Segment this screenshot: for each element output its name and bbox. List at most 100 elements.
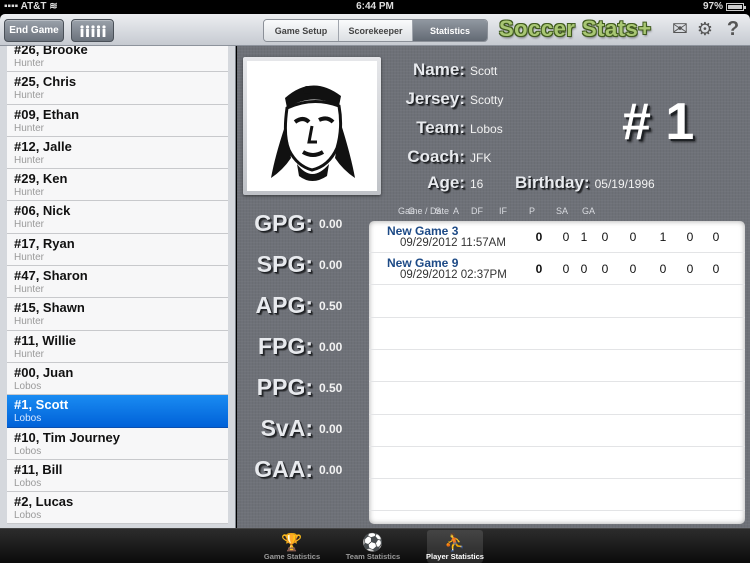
game-stat-value: 0 — [601, 262, 609, 277]
tab-label: Game Statistics — [263, 552, 321, 561]
column-header[interactable]: G — [408, 206, 415, 216]
game-stat-value: 0 — [562, 230, 570, 244]
player-list-item[interactable]: #06, Nick Hunter — [7, 201, 228, 234]
jersey-label: Jersey: — [405, 89, 465, 108]
help-icon[interactable]: ? — [722, 18, 744, 40]
player-list-item[interactable]: #47, Sharon Hunter — [7, 266, 228, 299]
mode-segmented-control: Game Setup Scorekeeper Statistics — [263, 19, 488, 42]
player-name: #17, Ryan — [14, 235, 75, 251]
player-list-item[interactable]: #11, Willie Hunter — [7, 330, 228, 363]
top-toolbar: End Game Game Setup Scorekeeper Statisti… — [0, 14, 750, 46]
average-stat-row: GPG: 0.00 — [243, 210, 342, 237]
player-list-item[interactable]: #10, Tim Journey Lobos — [7, 427, 228, 460]
end-game-button[interactable]: End Game — [4, 19, 64, 42]
average-stat-label: GAA: — [254, 456, 313, 482]
column-header[interactable]: A — [453, 206, 459, 216]
player-list-item[interactable]: #15, Shawn Hunter — [7, 298, 228, 331]
team-roster-button[interactable] — [71, 19, 114, 42]
column-header[interactable]: P — [529, 206, 535, 216]
name-label: Name: — [413, 60, 465, 79]
tab-player-statistics[interactable]: ⛹ Player Statistics — [426, 530, 484, 563]
average-stat-value: 0.00 — [319, 462, 343, 477]
games-table[interactable]: New Game 3 09/29/2012 11:57AM 0 0 1 0 0 1 0 0 New … — [369, 221, 745, 524]
player-photo-frame[interactable] — [243, 57, 381, 195]
mail-icon[interactable]: ✉ — [669, 18, 691, 40]
game-stat-value: 1 — [659, 230, 667, 244]
player-list[interactable]: #26, Brooke Hunter #25, Chris Hunter #09, Et… — [7, 46, 228, 525]
battery-icon — [726, 2, 746, 11]
column-header[interactable]: GA — [582, 206, 595, 216]
average-stat-label: APG: — [255, 292, 314, 318]
column-header[interactable]: IF — [499, 206, 507, 216]
player-team: Hunter — [14, 219, 45, 231]
team-row: Team: Lobos — [397, 118, 503, 138]
player-name: #2, Lucas — [14, 494, 74, 510]
tab-label: Player Statistics — [426, 552, 484, 561]
soccer-ball-icon: ⚽ — [362, 533, 384, 552]
average-stat-row: SPG: 0.00 — [243, 251, 343, 278]
player-name: #47, Sharon — [14, 268, 88, 284]
game-row[interactable]: New Game 3 09/29/2012 11:57AM 0 0 1 0 0 1 0 0 — [369, 221, 745, 253]
player-team: Lobos — [14, 477, 42, 489]
player-team: Hunter — [14, 154, 45, 166]
team-value: Lobos — [470, 122, 503, 136]
team-roster-icon — [79, 24, 106, 37]
tab-label: Team Statistics — [345, 552, 401, 561]
game-row[interactable]: New Game 9 09/29/2012 02:37PM 0 0 0 0 0 0 0 0 — [369, 253, 745, 286]
empty-row — [369, 479, 745, 512]
average-stat-label: GPG: — [254, 210, 313, 236]
player-list-item[interactable]: #1, Scott Lobos — [7, 395, 228, 428]
games-table-header: Game / Date G S A DF IF P SA GA — [369, 206, 745, 220]
app-logo-title: Soccer Stats+ — [499, 16, 652, 41]
player-list-item[interactable]: #26, Brooke Hunter — [7, 46, 228, 73]
average-stat-value: 0.00 — [319, 339, 343, 354]
jersey-value: Scotty — [470, 93, 504, 107]
player-list-item[interactable]: #29, Ken Hunter — [7, 169, 228, 202]
game-stat-value: 0 — [562, 262, 570, 277]
player-name: #12, Jalle — [14, 138, 72, 154]
game-name[interactable]: New Game 9 — [387, 256, 458, 270]
player-team: Lobos — [14, 413, 42, 425]
game-stat-value: 0 — [712, 262, 720, 277]
column-header[interactable]: S — [435, 206, 441, 216]
player-list-item[interactable]: #09, Ethan Hunter — [7, 104, 228, 137]
game-stat-value: 0 — [601, 230, 609, 244]
tab-statistics[interactable]: Statistics — [413, 20, 487, 41]
column-header[interactable]: SA — [556, 206, 568, 216]
player-list-item[interactable]: #2, Lucas Lobos — [7, 492, 228, 525]
coach-label: Coach: — [407, 147, 465, 166]
player-list-item[interactable]: #25, Chris Hunter — [7, 72, 228, 105]
player-list-item[interactable]: #12, Jalle Hunter — [7, 136, 228, 170]
player-name: #06, Nick — [14, 203, 71, 219]
column-header[interactable]: DF — [471, 206, 483, 216]
player-name: #09, Ethan — [14, 106, 80, 122]
birthday-row: Birthday: 05/19/1996 — [515, 173, 655, 193]
age-value: 16 — [470, 177, 484, 191]
empty-row — [369, 415, 745, 447]
player-name: #11, Bill — [14, 461, 63, 477]
game-stat-value: 0 — [535, 230, 543, 244]
average-stat-label: SvA: — [260, 415, 313, 441]
average-stat-value: 0.50 — [319, 298, 343, 313]
player-list-item[interactable]: #17, Ryan Hunter — [7, 233, 228, 267]
player-team: Hunter — [14, 58, 45, 69]
tab-game-statistics[interactable]: 🏆 Game Statistics — [264, 530, 320, 563]
game-stat-value: 0 — [580, 262, 588, 277]
game-stat-value: 1 — [580, 230, 588, 244]
tab-game-setup[interactable]: Game Setup — [264, 20, 339, 41]
player-list-item[interactable]: #11, Bill Lobos — [7, 459, 228, 493]
game-stat-value: 0 — [712, 230, 720, 244]
tab-scorekeeper[interactable]: Scorekeeper — [339, 20, 413, 41]
tab-team-statistics[interactable]: ⚽ Team Statistics — [345, 530, 401, 563]
gear-icon[interactable]: ⚙ — [694, 18, 716, 40]
average-stat-label: FPG: — [258, 333, 313, 359]
battery-status: 97% — [703, 1, 746, 12]
game-name[interactable]: New Game 3 — [387, 224, 458, 238]
player-list-panel: #26, Brooke Hunter #25, Chris Hunter #09, Et… — [0, 46, 236, 528]
player-name: #10, Tim Journey — [14, 429, 120, 445]
average-stat-label: SPG: — [256, 251, 313, 277]
player-list-item[interactable]: #00, Juan Lobos — [7, 362, 228, 396]
player-name: #00, Juan — [14, 364, 74, 380]
column-header[interactable]: Game / Date — [398, 206, 449, 216]
game-stat-value: 0 — [659, 262, 667, 277]
